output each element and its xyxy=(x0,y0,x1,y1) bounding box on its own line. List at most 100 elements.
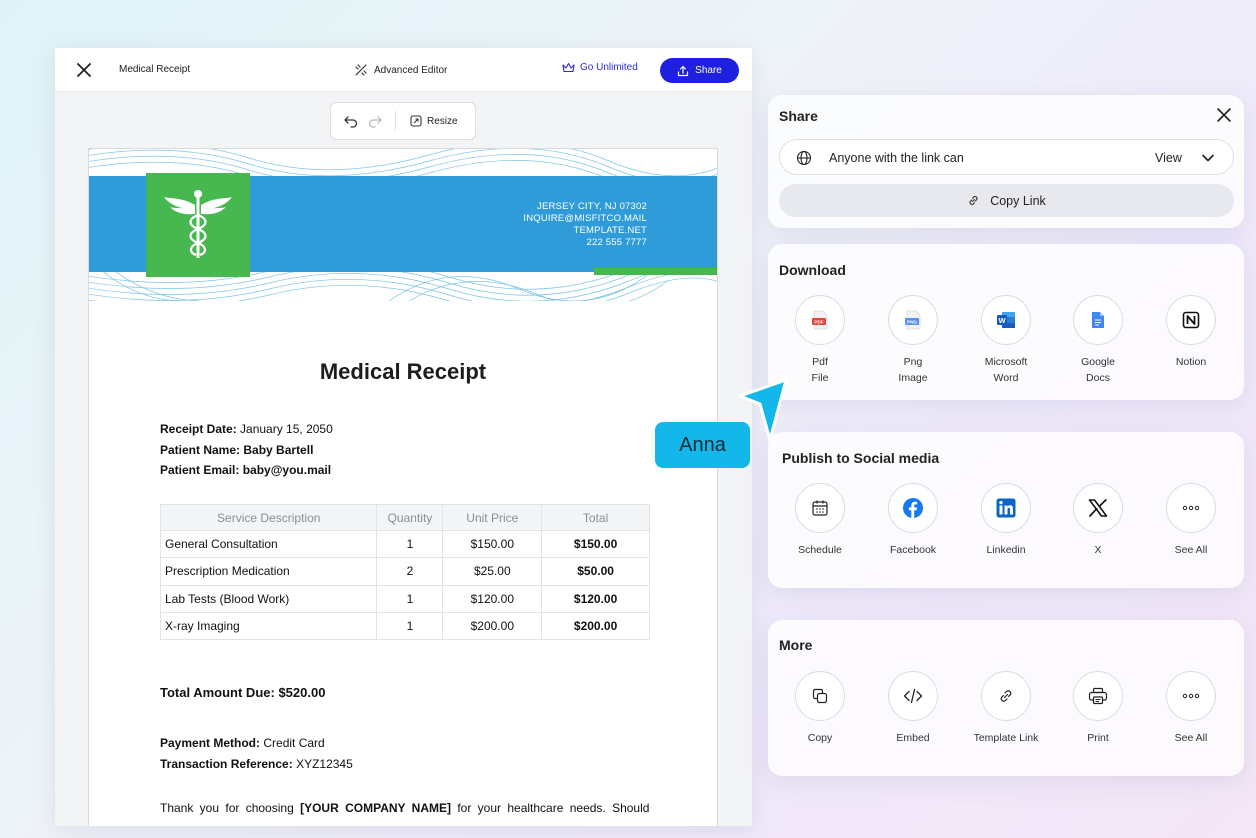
more-template-link[interactable]: Template Link xyxy=(961,671,1051,746)
editor-window: Medical Receipt Advanced Editor Go Unlim… xyxy=(55,48,752,826)
services-table: Service Description Quantity Unit Price … xyxy=(159,504,650,641)
unit-price-cell: $25.00 xyxy=(442,557,543,586)
table-header-row: Service Description Quantity Unit Price … xyxy=(159,504,650,531)
undo-icon[interactable] xyxy=(343,113,359,129)
download-pdf-label: Pdf File xyxy=(812,354,829,386)
close-icon[interactable] xyxy=(75,61,93,79)
globe-icon xyxy=(796,150,812,166)
contact-site: TEMPLATE.NET xyxy=(573,225,647,236)
notion-icon-circle xyxy=(1166,295,1216,345)
share-panel-title: Share xyxy=(779,108,818,124)
quantity-cell: 2 xyxy=(376,557,444,586)
column-header: Service Description xyxy=(159,504,378,531)
resize-icon xyxy=(410,115,422,127)
link-permission-dropdown[interactable]: Anyone with the link can View xyxy=(779,139,1234,175)
download-google-docs[interactable]: Google Docs xyxy=(1053,295,1143,386)
copy-link-button[interactable]: Copy Link xyxy=(779,184,1234,217)
document-page[interactable]: JERSEY CITY, NJ 07302 INQUIRE@MISFITCO.M… xyxy=(88,148,718,826)
thanks-post: for your healthcare needs. Should xyxy=(457,801,650,815)
social-linkedin[interactable]: Linkedin xyxy=(961,483,1051,558)
share-button-label: Share xyxy=(695,65,722,76)
social-schedule[interactable]: Schedule xyxy=(775,483,865,558)
total-amount-due: Total Amount Due: $520.00 xyxy=(160,685,325,700)
go-unlimited-label: Go Unlimited xyxy=(580,62,638,73)
more-copy[interactable]: Copy xyxy=(775,671,865,746)
toolbar-divider xyxy=(395,111,396,131)
download-notion[interactable]: Notion xyxy=(1146,295,1236,370)
social-title: Publish to Social media xyxy=(782,450,940,466)
redo-icon[interactable] xyxy=(367,113,383,129)
contact-info: JERSEY CITY, NJ 07302 INQUIRE@MISFITCO.M… xyxy=(523,201,647,249)
code-icon xyxy=(903,688,923,704)
unit-price-cell: $200.00 xyxy=(442,611,543,641)
canvas-toolbar: Resize xyxy=(330,102,476,140)
download-png-line1: Png xyxy=(903,356,923,368)
more-icon xyxy=(1182,505,1200,511)
patient-info: Receipt Date: January 15, 2050 Patient N… xyxy=(160,419,333,481)
download-title: Download xyxy=(779,262,846,278)
total-cell: $50.00 xyxy=(541,557,650,586)
more-see-all-label: See All xyxy=(1174,732,1208,744)
resize-button[interactable]: Resize xyxy=(410,115,458,127)
close-icon[interactable] xyxy=(1216,107,1232,123)
download-google-docs-label: Google Docs xyxy=(1081,354,1115,386)
social-facebook[interactable]: Facebook xyxy=(868,483,958,558)
png-icon: PNG xyxy=(905,310,921,330)
download-pdf-line2: File xyxy=(811,372,829,384)
column-header: Quantity xyxy=(376,504,444,531)
advanced-editor-button[interactable]: Advanced Editor xyxy=(354,62,447,78)
receipt-date-value: January 15, 2050 xyxy=(240,422,333,436)
download-pdf-line1: Pdf xyxy=(812,356,828,368)
word-icon: W xyxy=(997,312,1015,328)
code-icon-circle xyxy=(888,671,938,721)
notion-icon xyxy=(1182,311,1200,329)
total-due-value: $520.00 xyxy=(278,685,326,700)
facebook-icon-circle xyxy=(888,483,938,533)
google-docs-icon-circle xyxy=(1073,295,1123,345)
header-accent xyxy=(594,268,717,275)
go-unlimited-button[interactable]: Go Unlimited xyxy=(562,62,638,73)
thanks-company: [YOUR COMPANY NAME] xyxy=(300,801,451,815)
download-pdf[interactable]: PDF Pdf File xyxy=(775,295,865,386)
download-word-line2: Word xyxy=(993,372,1019,384)
share-panel: Share Anyone with the link can View Copy… xyxy=(768,95,1244,228)
download-png[interactable]: PNG Png Image xyxy=(868,295,958,386)
payment-method-value: Credit Card xyxy=(263,736,325,750)
facebook-icon xyxy=(903,498,923,518)
unit-price-cell: $120.00 xyxy=(442,584,543,613)
more-print[interactable]: Print xyxy=(1053,671,1143,746)
thanks-pre: Thank you for choosing xyxy=(160,801,294,815)
more-see-all[interactable]: See All xyxy=(1146,671,1236,746)
editor-topbar: Medical Receipt Advanced Editor Go Unlim… xyxy=(55,48,752,92)
social-see-all-label: See All xyxy=(1174,544,1208,556)
pdf-icon: PDF xyxy=(812,310,828,330)
copy-icon xyxy=(812,688,828,704)
social-panel: Publish to Social media Schedule Faceboo… xyxy=(768,432,1244,588)
linkedin-icon-circle xyxy=(981,483,1031,533)
x-logo-icon xyxy=(1088,499,1108,517)
total-cell: $200.00 xyxy=(541,611,650,641)
column-header: Total xyxy=(541,504,650,531)
download-word[interactable]: W Microsoft Word xyxy=(961,295,1051,386)
svg-text:PDF: PDF xyxy=(814,320,823,325)
social-see-all[interactable]: See All xyxy=(1146,483,1236,558)
service-cell: General Consultation xyxy=(159,529,378,559)
linkedin-icon xyxy=(996,498,1016,518)
word-icon-circle: W xyxy=(981,295,1031,345)
copy-icon-circle xyxy=(795,671,845,721)
download-notion-label: Notion xyxy=(1175,356,1207,368)
share-button[interactable]: Share xyxy=(660,58,739,83)
crown-icon xyxy=(562,62,575,73)
download-word-label: Microsoft Word xyxy=(985,354,1028,386)
more-icon xyxy=(1182,693,1200,699)
column-header: Unit Price xyxy=(442,504,543,531)
social-x[interactable]: X xyxy=(1053,483,1143,558)
transaction-ref-label: Transaction Reference: xyxy=(160,756,293,771)
contact-phone: 222 555 7777 xyxy=(586,237,647,248)
more-panel: More Copy Embed Template Link Print See … xyxy=(768,620,1244,776)
png-icon-circle: PNG xyxy=(888,295,938,345)
upload-icon xyxy=(678,65,689,76)
svg-text:PNG: PNG xyxy=(907,320,917,325)
social-x-label: X xyxy=(1094,544,1102,556)
more-embed[interactable]: Embed xyxy=(868,671,958,746)
